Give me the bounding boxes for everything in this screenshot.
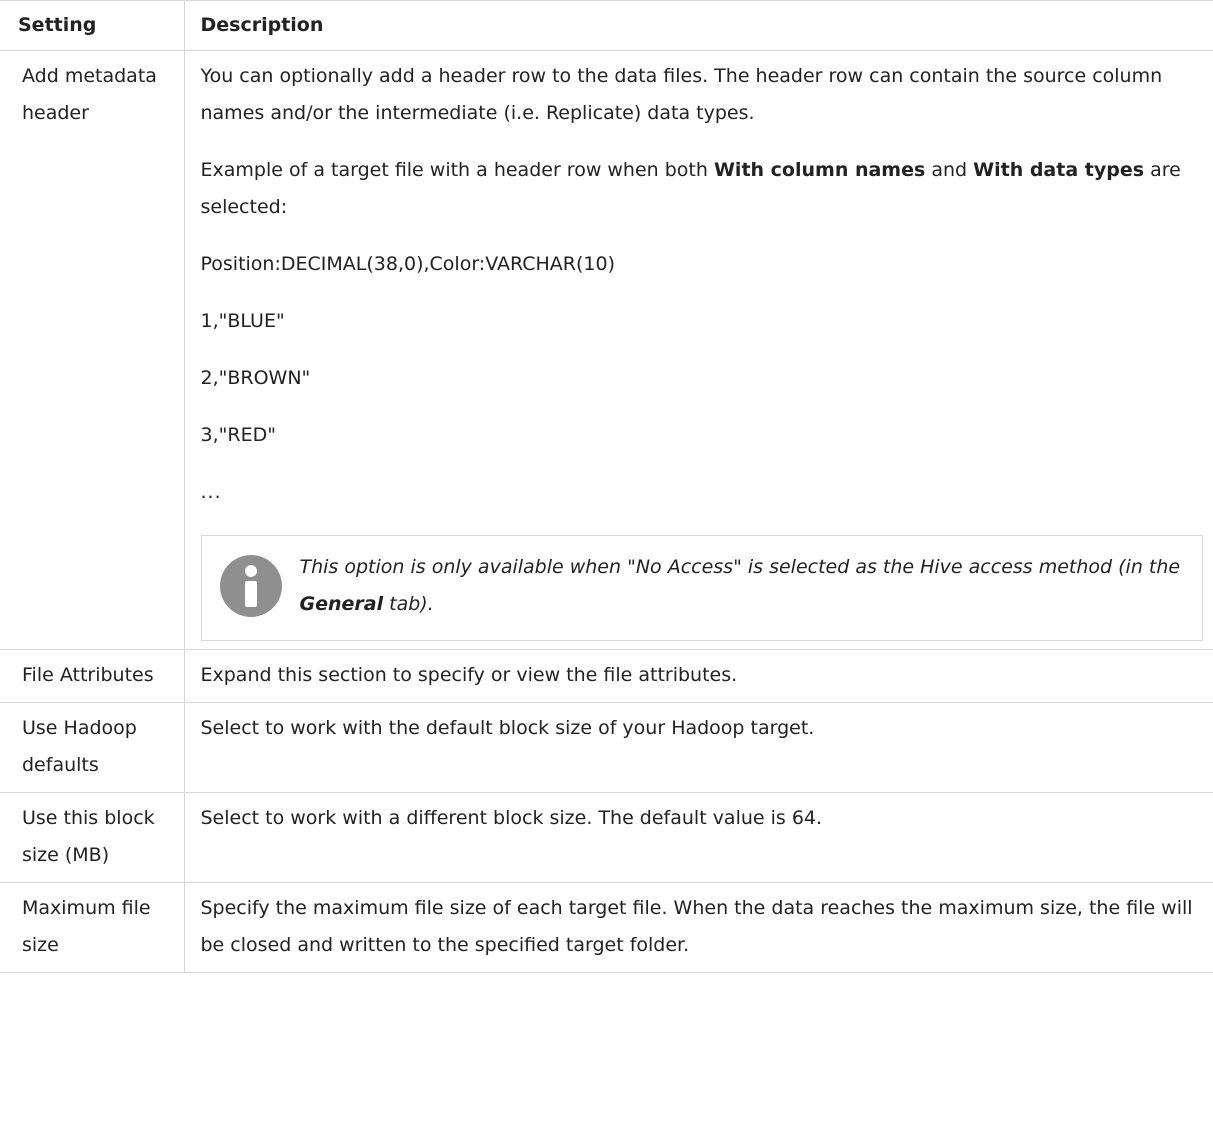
table-header-row: Setting Description — [0, 0, 1213, 51]
note-box: This option is only available when "No A… — [200, 535, 1203, 641]
example-line: Position:DECIMAL(38,0),Color:VARCHAR(10) — [200, 253, 616, 275]
setting-description: Expand this section to specify or view t… — [183, 649, 1213, 703]
setting-name: Use Hadoop defaults — [0, 702, 185, 793]
note-bold-general: General — [299, 593, 384, 615]
table-row: Use Hadoop defaults Select to work with … — [0, 702, 1213, 793]
example-line: 1,"BLUE" — [200, 310, 285, 332]
example-line: 3,"RED" — [200, 424, 276, 446]
example-paragraph: Example of a target file with a header r… — [200, 159, 1181, 218]
note-text: This option is only available when "No A… — [299, 556, 1181, 615]
setting-name: File Attributes — [0, 649, 185, 703]
example-line: 2,"BROWN" — [200, 367, 311, 389]
setting-name: Add metadata header — [0, 50, 185, 650]
setting-description: Specify the maximum file size of each ta… — [183, 882, 1213, 973]
table-row: File Attributes Expand this section to s… — [0, 649, 1213, 703]
example-line: ... — [200, 481, 222, 503]
setting-description: Select to work with the default block si… — [183, 702, 1213, 793]
description-paragraph: You can optionally add a header row to t… — [200, 65, 1163, 124]
table-row: Maximum file size Specify the maximum fi… — [0, 882, 1213, 973]
bold-option-data-types: With data types — [973, 159, 1145, 181]
setting-description: Select to work with a different block si… — [183, 792, 1213, 883]
info-icon — [219, 555, 282, 617]
column-header-setting: Setting — [0, 0, 185, 51]
setting-name: Use this block size (MB) — [0, 792, 185, 883]
bold-option-column-names: With column names — [713, 159, 926, 181]
table-row: Use this block size (MB) Select to work … — [0, 792, 1213, 883]
setting-description: You can optionally add a header row to t… — [183, 50, 1213, 650]
setting-name: Maximum file size — [0, 882, 185, 973]
column-header-description: Description — [183, 0, 1213, 51]
table-row: Add metadata header You can optionally a… — [0, 50, 1213, 650]
settings-table: Setting Description Add metadata header … — [0, 0, 1213, 973]
